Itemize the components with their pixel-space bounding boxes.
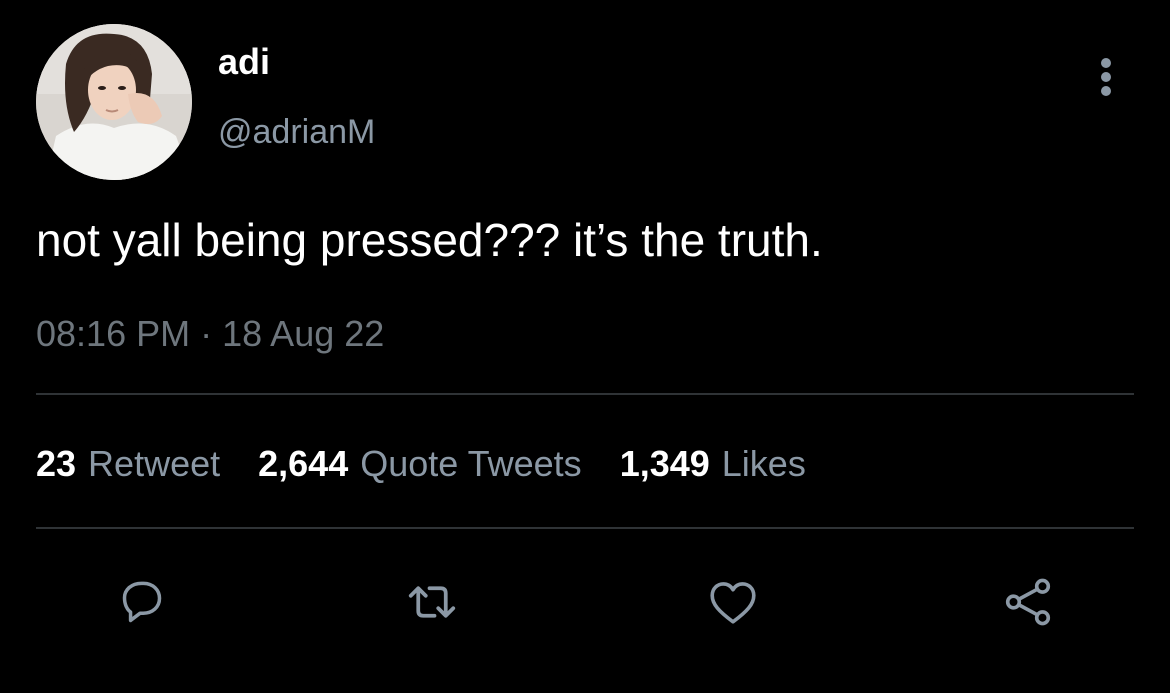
stat-label: Likes: [721, 443, 806, 484]
avatar[interactable]: [36, 24, 192, 180]
tweet-date: 18 Aug 22: [222, 313, 385, 354]
stat-number: 2,644: [258, 443, 349, 484]
like-icon: [710, 582, 756, 624]
engagement-stats: 23 Retweet 2,644 Quote Tweets 1,349 Like…: [36, 440, 844, 488]
user-handle[interactable]: @adrianM: [218, 112, 375, 152]
stat-number: 23: [36, 443, 77, 484]
avatar-photo: [36, 24, 192, 180]
display-name[interactable]: adi: [218, 40, 270, 84]
quote-tweets-count[interactable]: 2,644 Quote Tweets: [258, 443, 582, 485]
more-dot-icon: [1101, 72, 1111, 82]
stat-label: Quote Tweets: [360, 443, 582, 484]
meta-separator: ·: [200, 313, 213, 354]
stat-label: Retweet: [88, 443, 221, 484]
stat-number: 1,349: [619, 443, 710, 484]
more-options-button[interactable]: [1090, 52, 1122, 100]
share-icon: [1005, 578, 1051, 626]
reply-icon: [122, 581, 162, 623]
retweet-button[interactable]: [402, 572, 462, 632]
tweet-text: not yall being pressed??? it’s the truth…: [36, 214, 823, 266]
like-button[interactable]: [703, 572, 763, 632]
tweet-detail: adi @adrianM not yall being pressed??? i…: [0, 0, 1170, 693]
retweet-icon: [408, 586, 456, 618]
more-dot-icon: [1101, 86, 1111, 96]
divider: [36, 527, 1134, 529]
reply-button[interactable]: [112, 572, 172, 632]
tweet-timestamp[interactable]: 08:16 PM · 18 Aug 22: [36, 312, 384, 356]
share-button[interactable]: [998, 572, 1058, 632]
more-dot-icon: [1101, 58, 1111, 68]
tweet-time: 08:16 PM: [36, 313, 191, 354]
retweet-count[interactable]: 23 Retweet: [36, 443, 220, 485]
likes-count[interactable]: 1,349 Likes: [620, 443, 806, 485]
divider: [36, 393, 1134, 395]
